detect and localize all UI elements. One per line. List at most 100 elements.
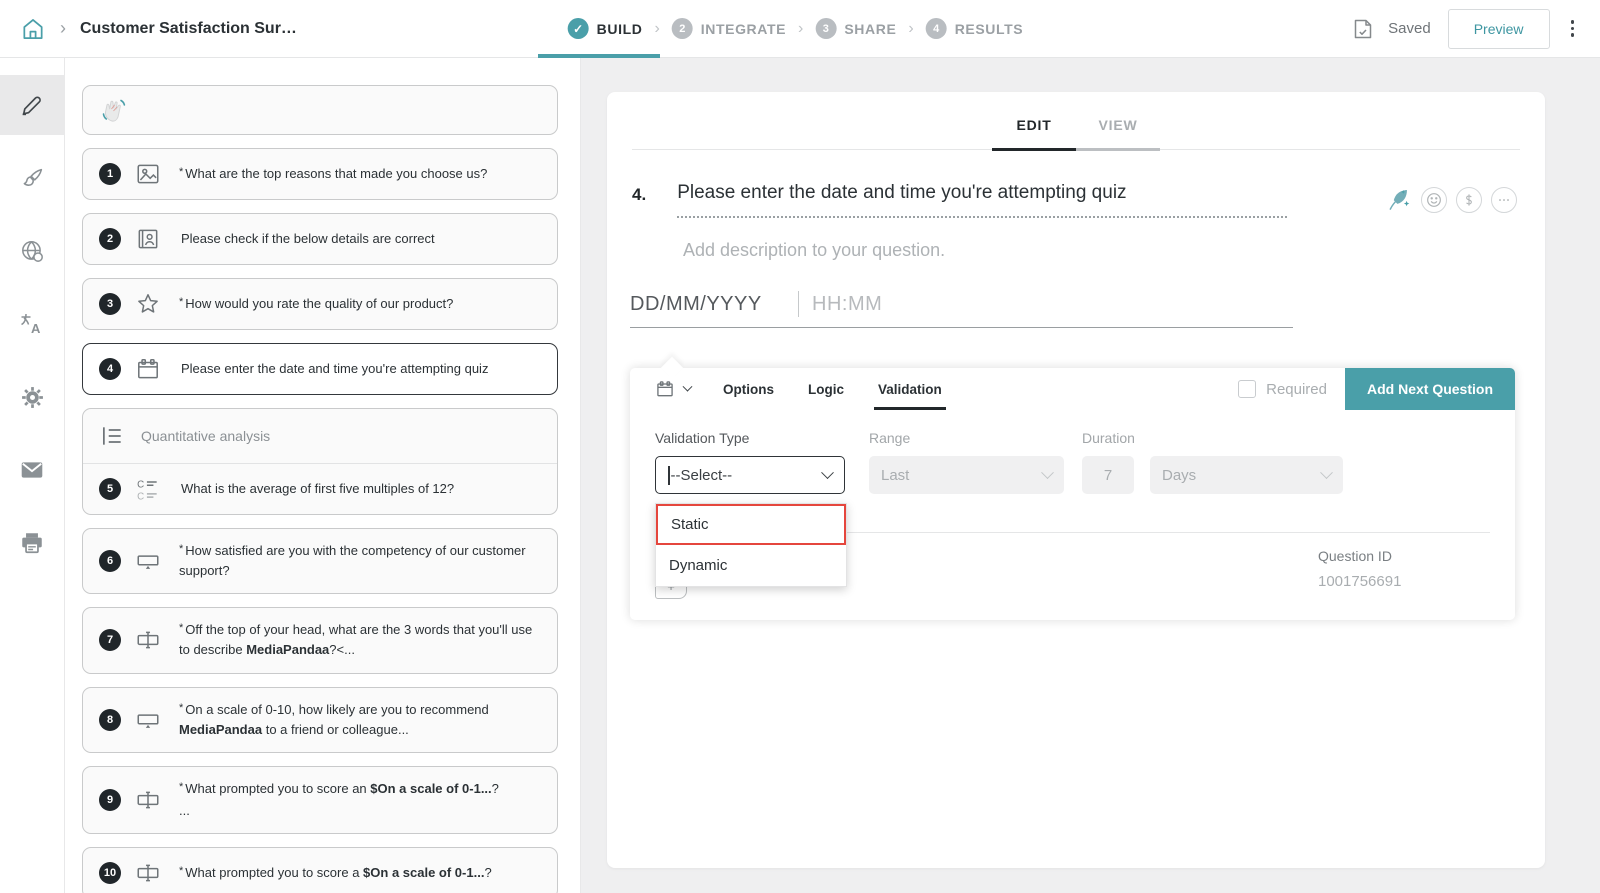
question-text: * Off the top of your head, what are the … (179, 622, 533, 658)
question-number-badge: 10 (99, 862, 121, 885)
time-input[interactable]: HH:MM (812, 293, 882, 316)
question-title-input[interactable]: Please enter the date and time you're at… (677, 182, 1288, 218)
question-text: * On a scale of 0-10, how likely are you … (179, 701, 489, 737)
question-list: 1 * What are the top reasons that made yo… (65, 58, 581, 893)
validation-form: Validation Type --Select-- Range Last Du… (630, 410, 1515, 494)
question-card-9[interactable]: 9 * What prompted you to score an $On a s… (82, 765, 558, 835)
range-label: Range (869, 430, 911, 446)
step-nav: ✓ BUILD › 2 INTEGRATE › 3 SHARE › 4 RESU… (567, 18, 1024, 39)
preview-button[interactable]: Preview (1447, 8, 1550, 49)
tool-rail: A (0, 58, 65, 893)
rail-item-print[interactable] (0, 513, 65, 573)
question-card-5[interactable]: 5 CC What is the average of first five m… (83, 464, 557, 514)
mail-icon (19, 457, 45, 483)
brush-icon (20, 166, 45, 191)
question-card-10[interactable]: 10 * What prompted you to score a $On a s… (82, 847, 558, 893)
question-text: Please enter the date and time you're at… (181, 360, 489, 376)
panel-tab-validation[interactable]: Validation (874, 368, 946, 410)
rail-item-theme[interactable] (0, 148, 65, 208)
panel-tab-options[interactable]: Options (723, 368, 774, 410)
question-number-badge: 1 (99, 163, 121, 185)
question-text: * What are the top reasons that made you … (179, 165, 488, 181)
duration-unit-select: Days (1150, 456, 1343, 494)
question-type-selector[interactable] (655, 379, 693, 399)
dropdown-option-dynamic[interactable]: Dynamic (656, 545, 846, 586)
printer-icon (19, 530, 45, 556)
required-checkbox[interactable] (1238, 380, 1257, 398)
calendar-icon (135, 356, 161, 382)
add-next-question-button[interactable]: Add Next Question (1344, 368, 1515, 410)
question-card-7[interactable]: 7 * Off the top of your head, what are th… (82, 607, 558, 674)
smiley-icon[interactable] (1421, 186, 1447, 213)
question-card-6[interactable]: 6 * How satisfied are you with the compet… (82, 528, 558, 595)
rail-item-editor[interactable] (0, 75, 65, 135)
question-card-1[interactable]: 1 * What are the top reasons that made yo… (82, 148, 558, 200)
survey-title: Customer Satisfaction Sur… (80, 19, 297, 37)
group-header[interactable]: Quantitative analysis (83, 409, 557, 463)
panel-header: Options Logic Validation Required Add Ne… (630, 368, 1515, 410)
question-card-3[interactable]: 3 * How would you rate the quality of our… (82, 278, 558, 330)
list-icon (99, 423, 125, 449)
slider-icon (135, 548, 161, 574)
welcome-card[interactable] (82, 85, 558, 135)
rail-item-translate[interactable]: A (0, 294, 65, 354)
rail-item-email[interactable] (0, 440, 65, 500)
tab-view[interactable]: VIEW (1076, 117, 1160, 151)
slider-icon (135, 707, 161, 733)
top-header: › Customer Satisfaction Sur… ✓ BUILD › 2… (0, 0, 1600, 58)
breadcrumb: › Customer Satisfaction Sur… (0, 16, 297, 42)
tab-edit[interactable]: EDIT (992, 117, 1076, 151)
question-header: 4. Please enter the date and time you're… (632, 182, 1517, 218)
translate-icon: A (19, 311, 45, 337)
step-integrate[interactable]: 2 INTEGRATE (671, 18, 786, 39)
svg-text:C: C (137, 491, 144, 502)
rail-item-publish[interactable] (0, 221, 65, 281)
question-text: * How would you rate the quality of our p… (179, 295, 454, 311)
validation-type-select[interactable]: --Select-- (655, 456, 845, 494)
more-icon[interactable] (1491, 186, 1517, 213)
question-number-badge: 7 (99, 629, 121, 652)
divider (798, 291, 799, 317)
question-card-8[interactable]: 8 * On a scale of 0-10, how likely are yo… (82, 686, 558, 753)
save-icon (1351, 17, 1375, 41)
quill-ai-icon[interactable] (1385, 186, 1412, 213)
question-number-badge: 9 (99, 788, 121, 811)
calendar-icon (657, 381, 673, 397)
description-input[interactable]: Add description to your question. (683, 240, 1517, 261)
text-cursor (668, 465, 670, 485)
question-number-badge: 2 (99, 228, 121, 250)
dollar-icon[interactable] (1456, 186, 1482, 213)
chevron-down-icon (682, 381, 693, 392)
rail-item-settings[interactable] (0, 367, 65, 427)
step-share[interactable]: 3 SHARE (815, 18, 896, 39)
question-text: * How satisfied are you with the competen… (179, 543, 526, 579)
dropdown-option-static[interactable]: Static (656, 504, 846, 545)
question-id-label: Question ID (1318, 548, 1392, 564)
matrix-icon: CC (135, 476, 161, 502)
home-icon[interactable] (20, 16, 46, 42)
group-label: Quantitative analysis (141, 428, 271, 444)
date-input[interactable]: DD/MM/YYYY (630, 293, 798, 316)
editor-canvas: EDIT VIEW 4. Please enter the date and t… (581, 58, 1600, 893)
step-results[interactable]: 4 RESULTS (925, 18, 1024, 39)
wave-icon (99, 94, 131, 126)
question-editor-card: EDIT VIEW 4. Please enter the date and t… (607, 92, 1545, 868)
panel-tab-logic[interactable]: Logic (808, 368, 844, 410)
question-card-2[interactable]: 2 Please check if the below details are … (82, 213, 558, 265)
question-group-card[interactable]: Quantitative analysis 5 CC What is the a… (82, 408, 558, 515)
more-menu-icon[interactable] (1563, 14, 1583, 43)
chevron-right-icon: › (798, 19, 804, 37)
step-build[interactable]: ✓ BUILD (567, 18, 643, 39)
question-text: * What prompted you to score a $On a scal… (179, 865, 492, 881)
chevron-down-icon (1320, 465, 1333, 479)
textbox-icon (135, 860, 161, 886)
question-card-4-selected[interactable]: 4 Please enter the date and time you're … (82, 343, 558, 395)
chevron-right-icon: › (908, 19, 914, 37)
header-actions: Saved Preview (1351, 8, 1600, 49)
pencil-icon (20, 93, 45, 118)
required-toggle[interactable]: Required (1238, 380, 1327, 398)
question-id-block: Question ID 1001756691 (1318, 548, 1401, 590)
question-number-badge: 4 (99, 358, 121, 380)
question-text: * What prompted you to score an $On a sca… (179, 780, 499, 818)
image-icon (135, 161, 161, 187)
